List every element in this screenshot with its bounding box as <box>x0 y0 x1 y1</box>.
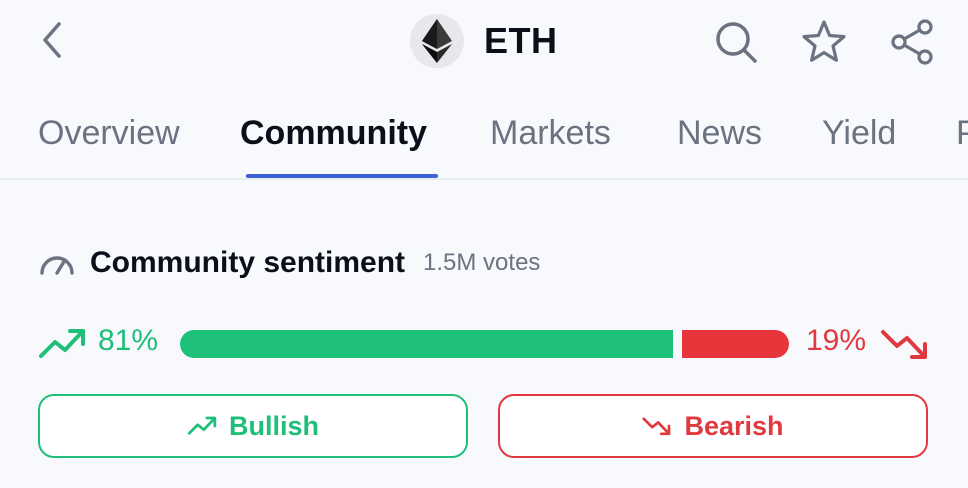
search-button[interactable] <box>708 14 764 70</box>
share-icon <box>891 19 933 65</box>
tab-partial[interactable]: P <box>956 114 968 153</box>
bullish-bar <box>180 330 673 358</box>
trend-down-icon <box>642 417 671 436</box>
trend-up-icon <box>39 329 85 358</box>
trend-up-icon <box>187 416 217 435</box>
gauge-icon <box>40 256 74 275</box>
bearish-button[interactable]: Bearish <box>498 394 928 458</box>
bearish-bar <box>682 330 789 358</box>
coin-symbol: ETH <box>484 20 558 61</box>
sentiment-title: Community sentiment <box>90 246 406 279</box>
back-button[interactable] <box>30 18 74 62</box>
search-icon <box>716 22 757 63</box>
tab-markets[interactable]: Markets <box>490 114 611 153</box>
tab-bar: Overview Community Markets News Yield P <box>0 100 968 180</box>
sentiment-bar-row: 81% 19% <box>38 322 938 366</box>
ethereum-logo-icon <box>410 14 464 68</box>
tab-community[interactable]: Community <box>240 114 427 153</box>
sentiment-header: Community sentiment 1.5M votes <box>38 246 540 280</box>
share-button[interactable] <box>884 14 940 70</box>
vote-count: 1.5M votes <box>423 249 541 276</box>
bullish-percent: 81% <box>98 324 159 357</box>
bullish-button-label: Bullish <box>228 410 319 441</box>
coin-header: ETH <box>410 14 558 68</box>
bullish-button[interactable]: Bullish <box>38 394 468 458</box>
favorite-button[interactable] <box>796 14 852 70</box>
trend-down-icon <box>881 330 927 359</box>
top-bar: ETH <box>0 0 968 88</box>
tab-overview[interactable]: Overview <box>38 114 180 153</box>
bearish-button-label: Bearish <box>684 410 784 441</box>
bearish-percent: 19% <box>806 324 867 357</box>
tab-news[interactable]: News <box>677 114 762 153</box>
star-icon <box>802 20 846 62</box>
active-tab-indicator <box>246 174 438 178</box>
back-chevron-icon <box>43 22 61 58</box>
header-actions <box>676 14 940 70</box>
tab-yield[interactable]: Yield <box>822 114 896 153</box>
